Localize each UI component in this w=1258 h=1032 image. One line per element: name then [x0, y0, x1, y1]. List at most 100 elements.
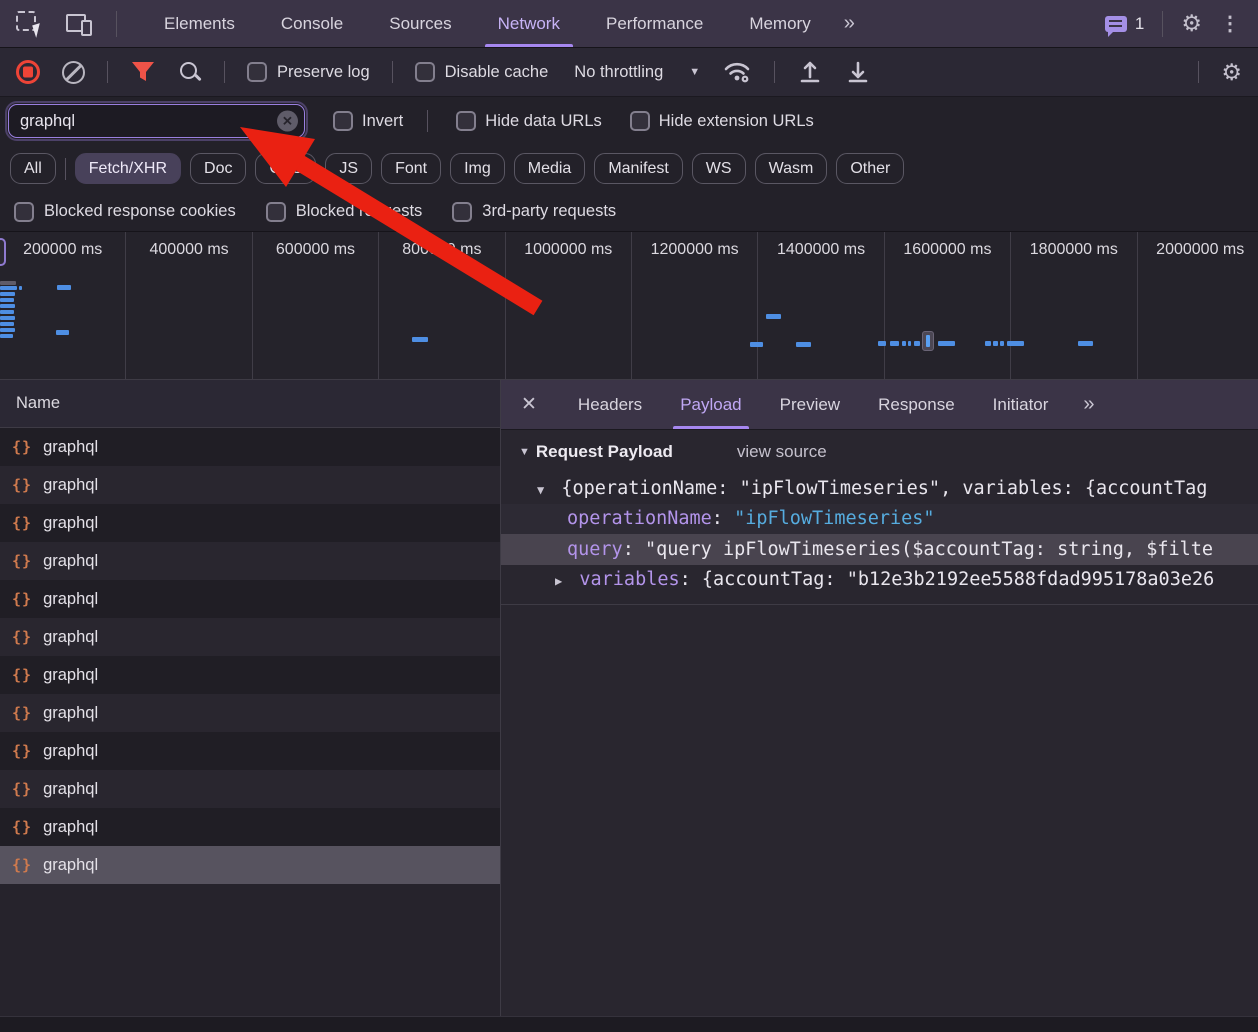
request-bar [993, 341, 998, 346]
filter-chip-all[interactable]: All [10, 153, 56, 184]
request-row[interactable]: {} graphql [0, 618, 500, 656]
section-title: Request Payload [536, 442, 673, 462]
request-row[interactable]: {} graphql [0, 504, 500, 542]
option-checkbox[interactable] [452, 202, 472, 222]
main-menu-icon[interactable]: ⋮ [1220, 11, 1240, 36]
devtools-tabbar: Elements Console Sources Network Perform… [0, 0, 1258, 48]
request-row[interactable]: {} graphql [0, 428, 500, 466]
payload-summary-row[interactable]: ▼ {operationName: "ipFlowTimeseries", va… [501, 474, 1258, 504]
request-details-panel: ✕ Headers Payload Preview [501, 380, 1258, 1016]
clear-filter-icon[interactable]: ✕ [277, 111, 298, 132]
details-tab[interactable]: Preview [761, 380, 859, 429]
network-conditions-icon[interactable] [722, 59, 752, 85]
request-row[interactable]: {} graphql [0, 542, 500, 580]
hide-data-urls-checkbox[interactable] [456, 111, 476, 131]
details-tab[interactable]: Initiator [974, 380, 1068, 429]
filter-chip[interactable]: CSS [255, 153, 316, 184]
more-tabs-icon[interactable]: » [834, 12, 863, 35]
filter-chip[interactable]: Doc [190, 153, 246, 184]
filter-chip[interactable]: Other [836, 153, 904, 184]
json-icon: {} [12, 628, 32, 646]
divider [774, 61, 775, 83]
invert-checkbox[interactable] [333, 111, 353, 131]
filter-chip[interactable]: Wasm [755, 153, 828, 184]
messages-badge[interactable]: 1 [1105, 14, 1144, 34]
request-row[interactable]: {} graphql [0, 732, 500, 770]
column-header-name[interactable]: Name [0, 380, 500, 428]
device-toolbar-icon[interactable] [66, 12, 92, 36]
request-bar [0, 286, 17, 290]
selected-request-marker [922, 331, 934, 351]
view-source-link[interactable]: view source [737, 442, 827, 462]
details-tab[interactable]: Headers [559, 380, 661, 429]
request-bar [750, 342, 763, 347]
export-har-icon[interactable] [845, 59, 871, 85]
filter-chip[interactable]: Font [381, 153, 441, 184]
hide-extension-urls-checkbox[interactable] [630, 111, 650, 131]
preserve-log-checkbox[interactable] [247, 62, 267, 82]
overview-timeline[interactable]: 200000 ms 400000 ms 600000 ms 800000 ms … [0, 232, 1258, 380]
filter-toggle-icon[interactable] [130, 60, 156, 84]
filter-chip[interactable]: JS [325, 153, 372, 184]
request-row[interactable]: {} graphql [0, 808, 500, 846]
section-collapse-icon[interactable]: ▼ [519, 446, 530, 458]
request-bar [0, 310, 14, 314]
filter-chip[interactable]: Fetch/XHR [75, 153, 181, 184]
filter-chip[interactable]: Media [514, 153, 586, 184]
json-icon: {} [12, 856, 32, 874]
record-network-log-button[interactable] [16, 60, 40, 84]
divider [427, 110, 428, 132]
json-icon: {} [12, 514, 32, 532]
payload-row-variables[interactable]: ▶ variables: {accountTag: "b12e3b2192ee5… [501, 565, 1258, 595]
divider [224, 61, 225, 83]
filter-input[interactable] [8, 104, 305, 138]
panel-tab[interactable]: Memory [726, 0, 833, 47]
clear-network-log-button[interactable] [62, 61, 85, 84]
expand-icon[interactable]: ▶ [555, 574, 562, 588]
details-tab[interactable]: Response [859, 380, 974, 429]
network-settings-icon[interactable]: ⚙ [1221, 61, 1242, 84]
payload-row-query[interactable]: query: "query ipFlowTimeseries($accountT… [501, 534, 1258, 565]
disable-cache-checkbox[interactable] [415, 62, 435, 82]
json-icon: {} [12, 742, 32, 760]
request-row[interactable]: {} graphql [0, 466, 500, 504]
details-more-tabs-icon[interactable]: » [1073, 393, 1102, 416]
requests-panel: Name {} graphql {} graphql {} gr [0, 380, 501, 1016]
panel-tab[interactable]: Performance [583, 0, 726, 47]
panel-tab[interactable]: Network [475, 0, 583, 47]
timeline-tick-label: 200000 ms [0, 232, 126, 379]
settings-gear-icon[interactable]: ⚙ [1181, 12, 1202, 35]
request-bar [0, 334, 13, 338]
option: 3rd-party requests [452, 202, 616, 222]
divider [392, 61, 393, 83]
request-row[interactable]: {} graphql [0, 694, 500, 732]
request-bar [1007, 341, 1024, 346]
filter-chip[interactable]: WS [692, 153, 746, 184]
request-row[interactable]: {} graphql [0, 770, 500, 808]
timeline-tick-label: 1400000 ms [758, 232, 884, 379]
request-row[interactable]: {} graphql [0, 656, 500, 694]
panel-tab[interactable]: Elements [141, 0, 258, 47]
filter-chip[interactable]: Img [450, 153, 505, 184]
request-bar [902, 341, 906, 346]
inspect-cursor-icon[interactable] [16, 11, 42, 37]
panel-tab[interactable]: Sources [366, 0, 474, 47]
details-tab[interactable]: Payload [661, 380, 760, 429]
close-details-icon[interactable]: ✕ [501, 393, 559, 416]
option-checkbox[interactable] [266, 202, 286, 222]
chat-bubble-icon [1105, 16, 1127, 32]
request-row[interactable]: {} graphql [0, 846, 500, 884]
collapse-icon[interactable]: ▼ [537, 483, 544, 497]
request-row[interactable]: {} graphql [0, 580, 500, 618]
search-icon[interactable] [178, 60, 202, 84]
panel-tabs: Elements Console Sources Network Perform… [141, 0, 834, 47]
option-checkbox[interactable] [14, 202, 34, 222]
overview-left-handle[interactable] [0, 238, 6, 266]
filter-chip[interactable]: Manifest [594, 153, 682, 184]
devtools-window: Elements Console Sources Network Perform… [0, 0, 1258, 1032]
throttling-select[interactable]: No throttling ▼ [574, 63, 700, 82]
import-har-icon[interactable] [797, 59, 823, 85]
payload-row-operation[interactable]: operationName: "ipFlowTimeseries" [501, 504, 1258, 534]
panel-tab[interactable]: Console [258, 0, 366, 47]
divider [65, 158, 66, 180]
